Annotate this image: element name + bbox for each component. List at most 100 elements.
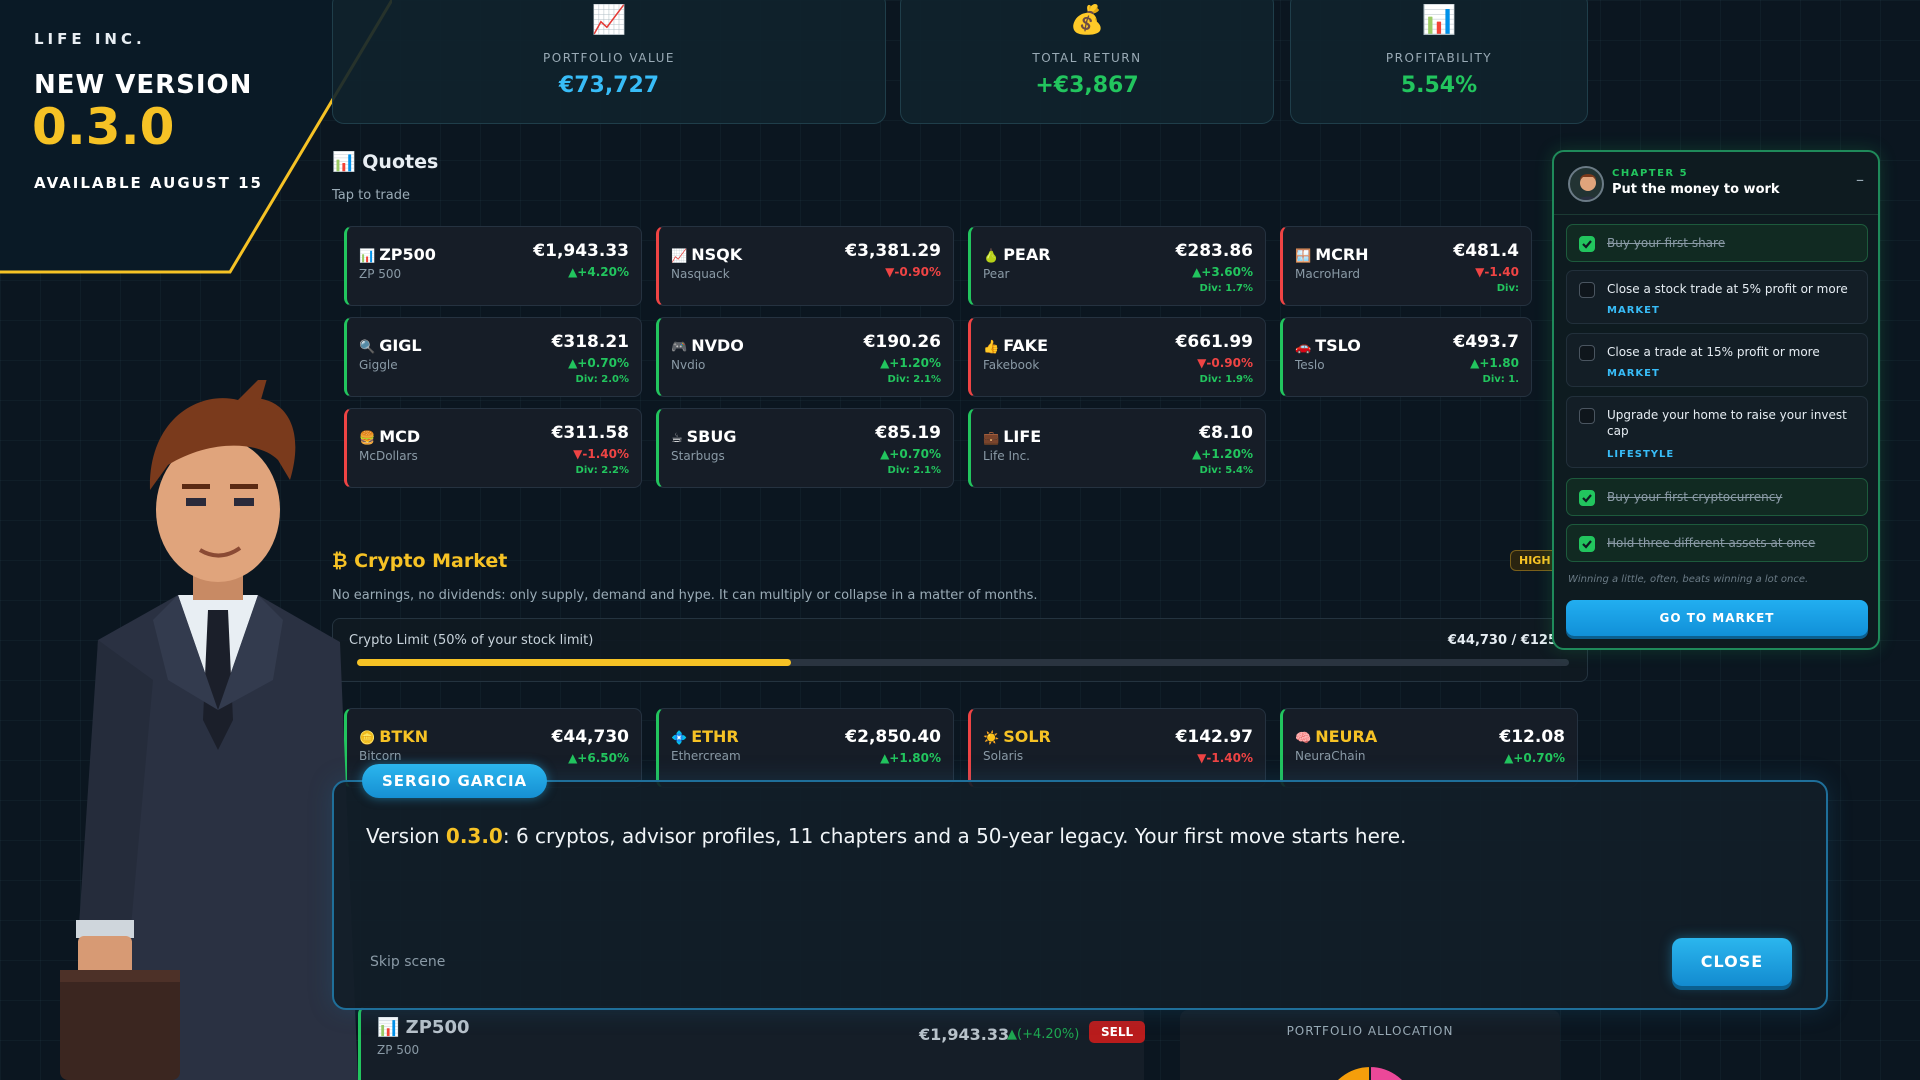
skip-scene-button[interactable]: Skip scene [370,954,445,970]
quote-name: Fakebook [983,358,1040,372]
sell-button[interactable]: SELL [1089,1021,1146,1043]
quote-change: ▼-0.90% [1197,356,1253,370]
ticker-symbol: LIFE [1003,427,1042,446]
crypto-limit-fill [357,659,791,666]
stat-value: +€3,867 [1035,73,1139,98]
quote-name: Nasquack [671,267,730,281]
task-text: Close a stock trade at 5% profit or more [1607,282,1848,296]
bar-chart-icon: 📊 [1421,3,1457,36]
checkbox-checked[interactable] [1579,536,1595,552]
crypto-change: ▲+6.50% [568,751,629,765]
allocation-label: PORTFOLIO ALLOCATION [1286,1024,1454,1038]
quote-price: €85.19 [875,423,941,443]
minimize-button[interactable]: – [1856,170,1864,189]
pie-slice-pink [1369,1064,1405,1080]
task-item[interactable]: Buy your first share [1566,224,1868,262]
task-item[interactable]: Buy your first cryptocurrency [1566,478,1868,516]
task-text: Upgrade your home to raise your invest c… [1607,408,1847,438]
crypto-icon: ☀️ [983,731,1000,746]
quote-card-nsqk[interactable]: 📈 NSQK Nasquack €3,381.29 ▼-0.90% [656,226,954,306]
task-text: Hold three different assets at once [1607,536,1816,550]
crypto-limit-label: Crypto Limit (50% of your stock limit) [349,633,594,648]
checkbox-checked[interactable] [1579,236,1595,252]
quote-dividend: Div: 1.9% [1199,374,1253,385]
task-text: Buy your first share [1607,236,1726,250]
ticker-symbol: TSLO [1315,336,1361,355]
quote-card-gigl[interactable]: 🔍 GIGL Giggle €318.21 ▲+0.70% Div: 2.0% [344,317,642,397]
banner-version: 0.3.0 [32,98,175,156]
quote-card-pear[interactable]: 🍐 PEAR Pear €283.86 ▲+3.60% Div: 1.7% [968,226,1266,306]
crypto-name: Ethercream [671,749,741,763]
dialog-text-suffix: : 6 cryptos, advisor profiles, 11 chapte… [502,824,1407,848]
ticker-symbol: ZP500 [379,245,436,264]
task-item[interactable]: Upgrade your home to raise your invest c… [1566,396,1868,468]
quote-name: Starbugs [671,449,725,463]
portfolio-allocation: PORTFOLIO ALLOCATION [1180,1010,1560,1080]
checkbox-unchecked[interactable] [1579,408,1595,424]
quote-price: €661.99 [1175,332,1253,352]
quote-dividend: Div: 2.0% [575,374,629,385]
quote-name: Life Inc. [983,449,1030,463]
quote-price: €283.86 [1175,241,1253,261]
holding-row[interactable]: 📊 ZP500 ZP 500 €1,943.33 ▲(+4.20%) SELL [358,1006,1146,1080]
quote-change: ▼-1.40% [573,447,629,461]
chapter-number: CHAPTER 5 [1612,168,1689,179]
ticker-icon: 🚗 [1295,340,1312,355]
checkbox-unchecked[interactable] [1579,282,1595,298]
checkbox-unchecked[interactable] [1579,345,1595,361]
quote-change: ▲+3.60% [1192,265,1253,279]
holding-price: €1,943.33 [919,1025,1010,1044]
quote-card-life[interactable]: 💼 LIFE Life Inc. €8.10 ▲+1.20% Div: 5.4% [968,408,1266,488]
quote-ticker: 📊 ZP500 [359,245,436,264]
stat-label: PORTFOLIO VALUE [543,51,675,65]
task-tag: MARKET [1607,368,1660,379]
quote-card-nvdo[interactable]: 🎮 NVDO Nvdio €190.26 ▲+1.20% Div: 2.1% [656,317,954,397]
quote-card-fake[interactable]: 👍 FAKE Fakebook €661.99 ▼-0.90% Div: 1.9% [968,317,1266,397]
chapter-divider [1554,214,1878,215]
task-item[interactable]: Close a stock trade at 5% profit or more… [1566,270,1868,324]
ticker-icon: 🍐 [983,249,1000,264]
crypto-name: NeuraChain [1295,749,1366,763]
ticker-icon: 🪟 [1295,249,1312,264]
quote-dividend: Div: 2.2% [575,465,629,476]
quote-name: Teslo [1295,358,1325,372]
quote-price: €318.21 [551,332,629,352]
quote-dividend: Div: [1496,283,1519,294]
crypto-card-neura[interactable]: 🧠 NEURA NeuraChain €12.08 ▲+0.70% [1280,708,1578,788]
crypto-ticker: 💠 ETHR [671,727,739,746]
ticker-icon: 📊 [359,249,376,264]
ticker-symbol: NVDO [691,336,744,355]
crypto-limit-track [357,659,1569,666]
dialog-text-prefix: Version [366,824,446,848]
task-item[interactable]: Hold three different assets at once [1566,524,1868,562]
go-to-market-button[interactable]: GO TO MARKET [1566,600,1868,636]
quote-change: ▼-0.90% [885,265,941,279]
close-button[interactable]: CLOSE [1672,938,1792,986]
quote-dividend: Div: 1.7% [1199,283,1253,294]
quote-card-zp500[interactable]: 📊 ZP500 ZP 500 €1,943.33 ▲+4.20% [344,226,642,306]
quote-change: ▲+1.20% [880,356,941,370]
quote-card-mcd[interactable]: 🍔 MCD McDollars €311.58 ▼-1.40% Div: 2.2% [344,408,642,488]
crypto-ticker: 🧠 NEURA [1295,727,1377,746]
quote-card-sbug[interactable]: ☕ SBUG Starbugs €85.19 ▲+0.70% Div: 2.1% [656,408,954,488]
stat-total-return: 💰 TOTAL RETURN +€3,867 [900,0,1274,124]
crypto-card-solr[interactable]: ☀️ SOLR Solaris €142.97 ▼-1.40% [968,708,1266,788]
crypto-subtitle: No earnings, no dividends: only supply, … [332,588,1038,603]
quote-dividend: Div: 2.1% [887,374,941,385]
quote-ticker: 🔍 GIGL [359,336,422,355]
checkbox-checked[interactable] [1579,490,1595,506]
task-item[interactable]: Close a trade at 15% profit or more MARKE… [1566,333,1868,387]
quote-change: ▲+0.70% [568,356,629,370]
crypto-symbol: SOLR [1003,727,1051,746]
quote-card-tslo[interactable]: 🚗 TSLO Teslo €493.7 ▲+1.80 Div: 1. [1280,317,1532,397]
chapter-quote: Winning a little, often, beats winning a… [1568,574,1809,585]
task-tag: LIFESTYLE [1607,449,1675,460]
quote-card-mcrh[interactable]: 🪟 MCRH MacroHard €481.4 ▼-1.40 Div: [1280,226,1532,306]
crypto-name: Solaris [983,749,1024,763]
crypto-card-ethr[interactable]: 💠 ETHR Ethercream €2,850.40 ▲+1.80% [656,708,954,788]
quote-name: Giggle [359,358,398,372]
crypto-ticker: ☀️ SOLR [983,727,1051,746]
quote-price: €493.7 [1453,332,1519,352]
character-sergio-garcia [58,368,378,1080]
crypto-price: €142.97 [1175,727,1253,747]
